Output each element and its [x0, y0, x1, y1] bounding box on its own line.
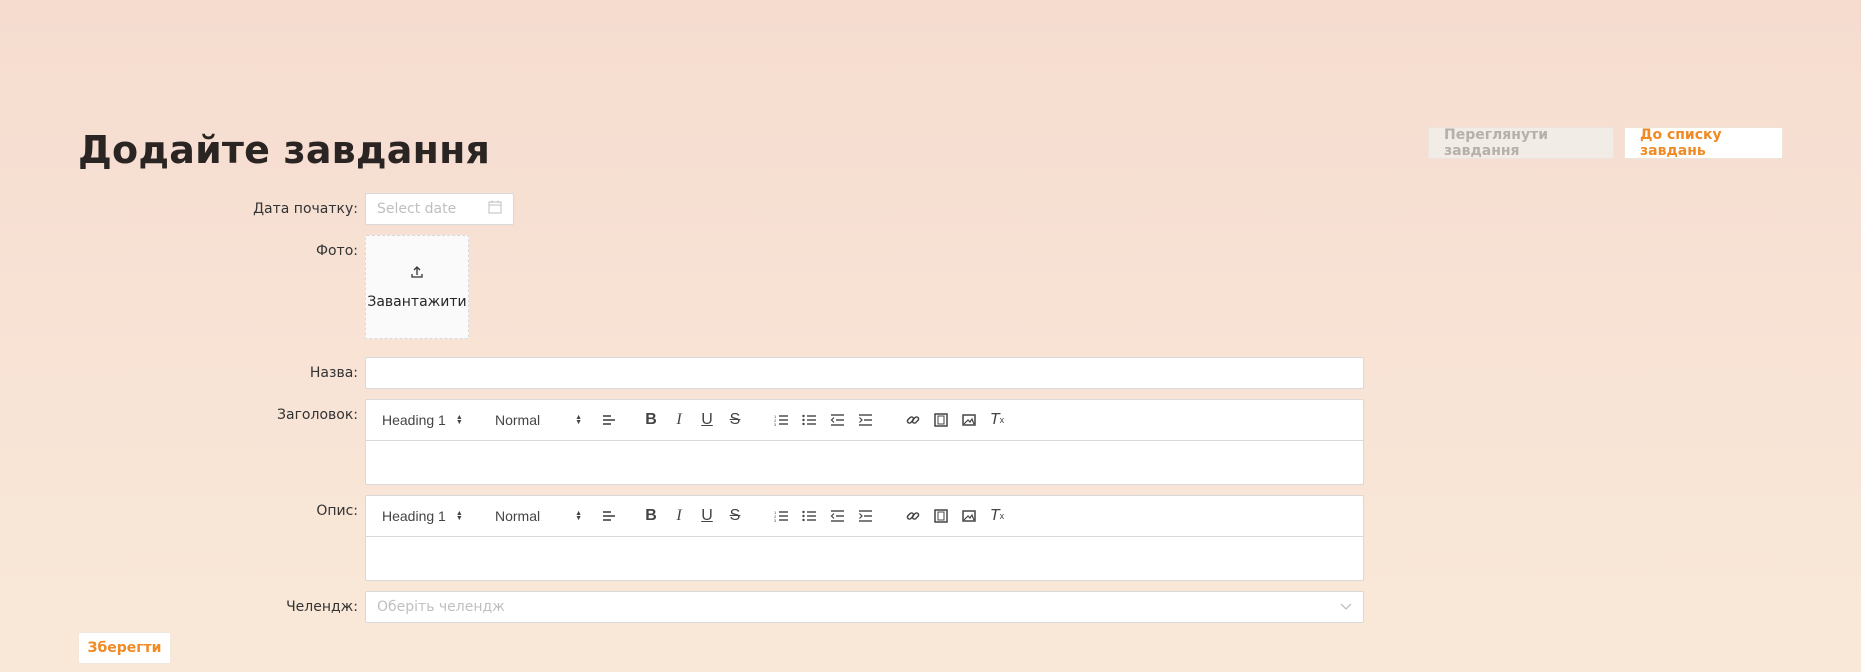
heading-editor: Heading 1 ▲ ▼ Normal ▲ ▼ B I U S 123 Tx: [365, 399, 1364, 485]
description-editor-body[interactable]: [366, 537, 1363, 580]
select-arrows-icon: ▲ ▼: [575, 414, 583, 426]
clear-format-icon[interactable]: Tx: [988, 507, 1006, 525]
outdent-icon[interactable]: [828, 411, 846, 429]
italic-icon[interactable]: I: [670, 507, 688, 525]
challenge-label: Челендж:: [286, 599, 358, 615]
upload-icon: [410, 265, 424, 284]
indent-icon[interactable]: [856, 411, 874, 429]
start-date-picker[interactable]: Select date: [365, 193, 514, 225]
photo-upload[interactable]: Завантажити: [365, 235, 469, 339]
svg-text:3: 3: [774, 422, 777, 426]
svg-text:3: 3: [774, 518, 777, 522]
size-select[interactable]: Normal ▲ ▼: [495, 508, 590, 524]
description-editor-toolbar: Heading 1 ▲ ▼ Normal ▲ ▼ B I U S 123 Tx: [366, 496, 1363, 537]
calendar-icon: [488, 200, 502, 219]
link-icon[interactable]: [904, 507, 922, 525]
header-select[interactable]: Heading 1 ▲ ▼: [382, 412, 477, 428]
name-input[interactable]: [365, 357, 1364, 389]
upload-label: Завантажити: [367, 293, 467, 310]
indent-icon[interactable]: [856, 507, 874, 525]
outdent-icon[interactable]: [828, 507, 846, 525]
underline-icon[interactable]: U: [698, 411, 716, 429]
select-arrows-icon: ▲ ▼: [455, 510, 463, 522]
challenge-select[interactable]: Оберіть челендж: [365, 591, 1364, 623]
description-label: Опис:: [316, 503, 358, 519]
challenge-placeholder: Оберіть челендж: [377, 599, 505, 615]
bold-icon[interactable]: B: [642, 507, 660, 525]
bold-icon[interactable]: B: [642, 411, 660, 429]
image-icon[interactable]: [960, 507, 978, 525]
select-arrows-icon: ▲ ▼: [575, 510, 583, 522]
heading-editor-body[interactable]: [366, 441, 1363, 484]
ordered-list-icon[interactable]: 123: [772, 507, 790, 525]
name-label: Назва:: [309, 365, 358, 381]
select-arrows-icon: ▲ ▼: [455, 414, 463, 426]
underline-icon[interactable]: U: [698, 507, 716, 525]
header-select[interactable]: Heading 1 ▲ ▼: [382, 508, 477, 524]
chevron-down-icon: [1340, 598, 1352, 616]
video-icon[interactable]: [932, 411, 950, 429]
save-button[interactable]: Зберегти: [78, 632, 171, 664]
align-icon[interactable]: [600, 411, 618, 429]
bullet-list-icon[interactable]: [800, 507, 818, 525]
bullet-list-icon[interactable]: [800, 411, 818, 429]
video-icon[interactable]: [932, 507, 950, 525]
heading-label: Заголовок:: [277, 407, 358, 423]
strike-icon[interactable]: S: [726, 411, 744, 429]
page-title: Додайте завдання: [78, 128, 491, 172]
image-icon[interactable]: [960, 411, 978, 429]
italic-icon[interactable]: I: [670, 411, 688, 429]
view-tasks-button[interactable]: Переглянути завдання: [1428, 127, 1614, 159]
link-icon[interactable]: [904, 411, 922, 429]
heading-editor-toolbar: Heading 1 ▲ ▼ Normal ▲ ▼ B I U S 123 Tx: [366, 400, 1363, 441]
clear-format-icon[interactable]: Tx: [988, 411, 1006, 429]
start-date-label: Дата початку:: [253, 201, 358, 217]
task-list-button[interactable]: До списку завдань: [1624, 127, 1783, 159]
ordered-list-icon[interactable]: 123: [772, 411, 790, 429]
start-date-placeholder: Select date: [377, 201, 457, 217]
size-select[interactable]: Normal ▲ ▼: [495, 412, 590, 428]
strike-icon[interactable]: S: [726, 507, 744, 525]
align-icon[interactable]: [600, 507, 618, 525]
description-editor: Heading 1 ▲ ▼ Normal ▲ ▼ B I U S 123 Tx: [365, 495, 1364, 581]
photo-label: Фото:: [315, 243, 358, 259]
